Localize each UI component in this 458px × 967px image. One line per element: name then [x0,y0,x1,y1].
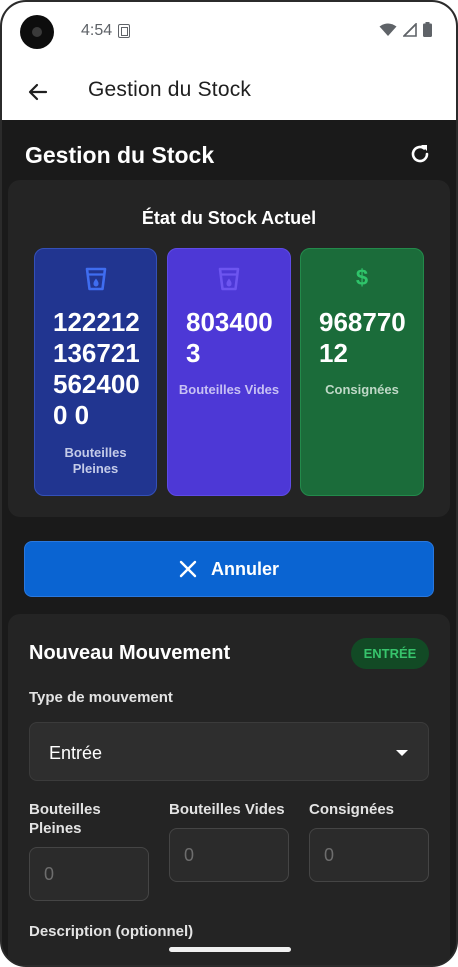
movement-title: Nouveau Mouvement [29,642,231,664]
battery-icon [423,22,432,37]
bottle-icon [218,267,240,291]
close-icon [179,560,197,578]
tile-deposits: $ 96877012 Consignées [300,248,424,496]
status-time: 4:54 [81,22,113,39]
new-movement-card: Nouveau Mouvement ENTRÉE Type de mouveme… [8,614,450,965]
main-content: Gestion du Stock État du Stock Actuel 12… [2,120,456,965]
movement-type-value: Entrée [49,743,103,763]
deposits-input[interactable] [309,828,429,882]
wifi-icon [379,23,397,36]
back-arrow-icon[interactable] [26,80,50,104]
empty-bottles-label: Bouteilles Vides [169,801,285,818]
deposits-label: Consignées [309,801,395,818]
cancel-button[interactable]: Annuler [24,541,434,597]
description-label: Description (optionnel) [29,923,194,940]
app-bar: Gestion du Stock [2,62,456,120]
dollar-icon: $ [355,265,369,290]
status-bar: 4:54 [2,2,456,62]
full-bottles-input[interactable] [29,847,149,901]
tile-label: Consignées [325,382,399,397]
signal-icon [403,22,417,37]
tile-value: 1222121367215624000 0 [53,307,140,430]
movement-type-select[interactable]: Entrée [29,722,429,781]
system-icons [379,22,432,37]
bottle-icon [85,267,106,291]
empty-bottles-input[interactable] [169,828,289,882]
tile-value: 8034003 [186,307,273,368]
tile-empty-bottles: 8034003 Bouteilles Vides [167,248,291,496]
tile-value: 96877012 [319,307,406,368]
full-bottles-label: Bouteilles Pleines [29,801,101,837]
sim-card-icon [118,24,130,38]
phone-screen: 4:54 Gestion du Stock Gestion du Stock É… [0,0,458,967]
movement-type-badge: ENTRÉE [351,638,429,669]
cancel-button-label: Annuler [210,558,279,579]
refresh-icon[interactable] [408,142,432,166]
tile-full-bottles: 1222121367215624000 0 Bouteilles Pleines [34,248,157,496]
app-bar-title: Gestion du Stock [88,78,252,101]
movement-type-label: Type de mouvement [29,689,173,706]
dropdown-caret-icon [396,750,408,756]
stock-summary-card: État du Stock Actuel 1222121367215624000… [8,180,450,517]
front-camera [20,15,54,49]
stock-card-title: État du Stock Actuel [141,208,317,228]
tile-label: Bouteilles Pleines [64,445,127,476]
home-indicator[interactable] [169,947,291,952]
tile-label: Bouteilles Vides [178,382,280,397]
page-title: Gestion du Stock [25,142,215,168]
